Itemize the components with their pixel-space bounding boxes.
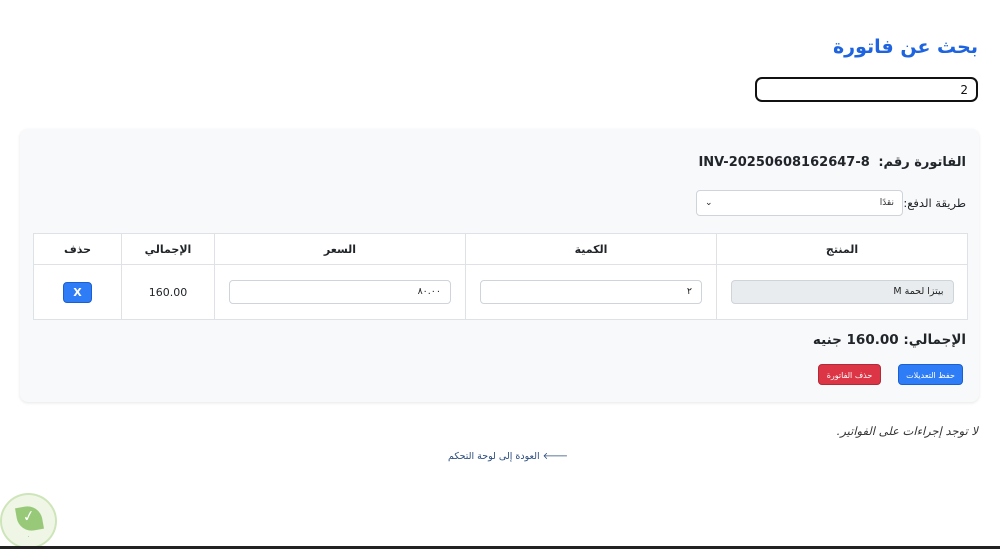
quantity-cell: ٢ (465, 264, 717, 320)
header-price: السعر (214, 233, 466, 265)
leaf-logo-icon (15, 504, 44, 533)
price-input[interactable]: ٨٠.٠٠ (229, 280, 451, 304)
header-quantity: الكمية (465, 233, 717, 265)
search-input[interactable] (755, 77, 978, 102)
row-total: 160.00 (121, 264, 215, 320)
invoice-heading-label: الفاتورة رقم: (878, 155, 966, 170)
product-field: بيتزا لحمة M (730, 280, 954, 304)
back-to-dashboard-link[interactable]: 🡐 العودة إلى لوحة التحكم (448, 451, 568, 462)
header-total: الإجمالي (121, 233, 215, 265)
back-link-label: العودة إلى لوحة التحكم (448, 451, 540, 462)
delete-cell: X (33, 264, 122, 320)
delete-invoice-button[interactable]: حذف الفاتورة (818, 364, 881, 385)
table-header-row: المنتج الكمية السعر الإجمالي حذف (33, 233, 968, 265)
price-cell: ٨٠.٠٠ (214, 264, 466, 320)
invoice-number: INV-20250608162647-8 (698, 155, 870, 170)
no-actions-message: لا توجد إجراءات على الفواتير. (836, 424, 978, 438)
header-product: المنتج (716, 233, 968, 265)
table-row: بيتزا لحمة M ٢ ٨٠.٠٠ 160.00 X (33, 264, 968, 320)
payment-method-value: نقدًا (879, 198, 894, 208)
grand-total: الإجمالي: 160.00 جنيه (812, 332, 966, 348)
payment-method-label: طريقة الدفع: (903, 196, 966, 210)
chevron-down-icon: ⌄ (705, 198, 713, 208)
header-delete: حذف (33, 233, 122, 265)
payment-method-select[interactable]: نقدًا ⌄ (696, 190, 903, 216)
watermark-text: · (27, 534, 30, 541)
page-title: بحث عن فاتورة (832, 36, 978, 58)
invoice-items-table: المنتج الكمية السعر الإجمالي حذف بيتزا ل… (33, 233, 968, 320)
logo-watermark: · (0, 493, 57, 549)
product-cell: بيتزا لحمة M (716, 264, 968, 320)
save-changes-button[interactable]: حفظ التعديلات (898, 364, 963, 385)
invoice-heading: الفاتورة رقم: INV-20250608162647-8 (698, 155, 966, 170)
invoice-card: الفاتورة رقم: INV-20250608162647-8 طريقة… (20, 129, 979, 402)
quantity-input[interactable]: ٢ (480, 280, 702, 304)
delete-row-button[interactable]: X (63, 281, 92, 303)
arrow-left-icon: 🡐 (539, 451, 569, 462)
